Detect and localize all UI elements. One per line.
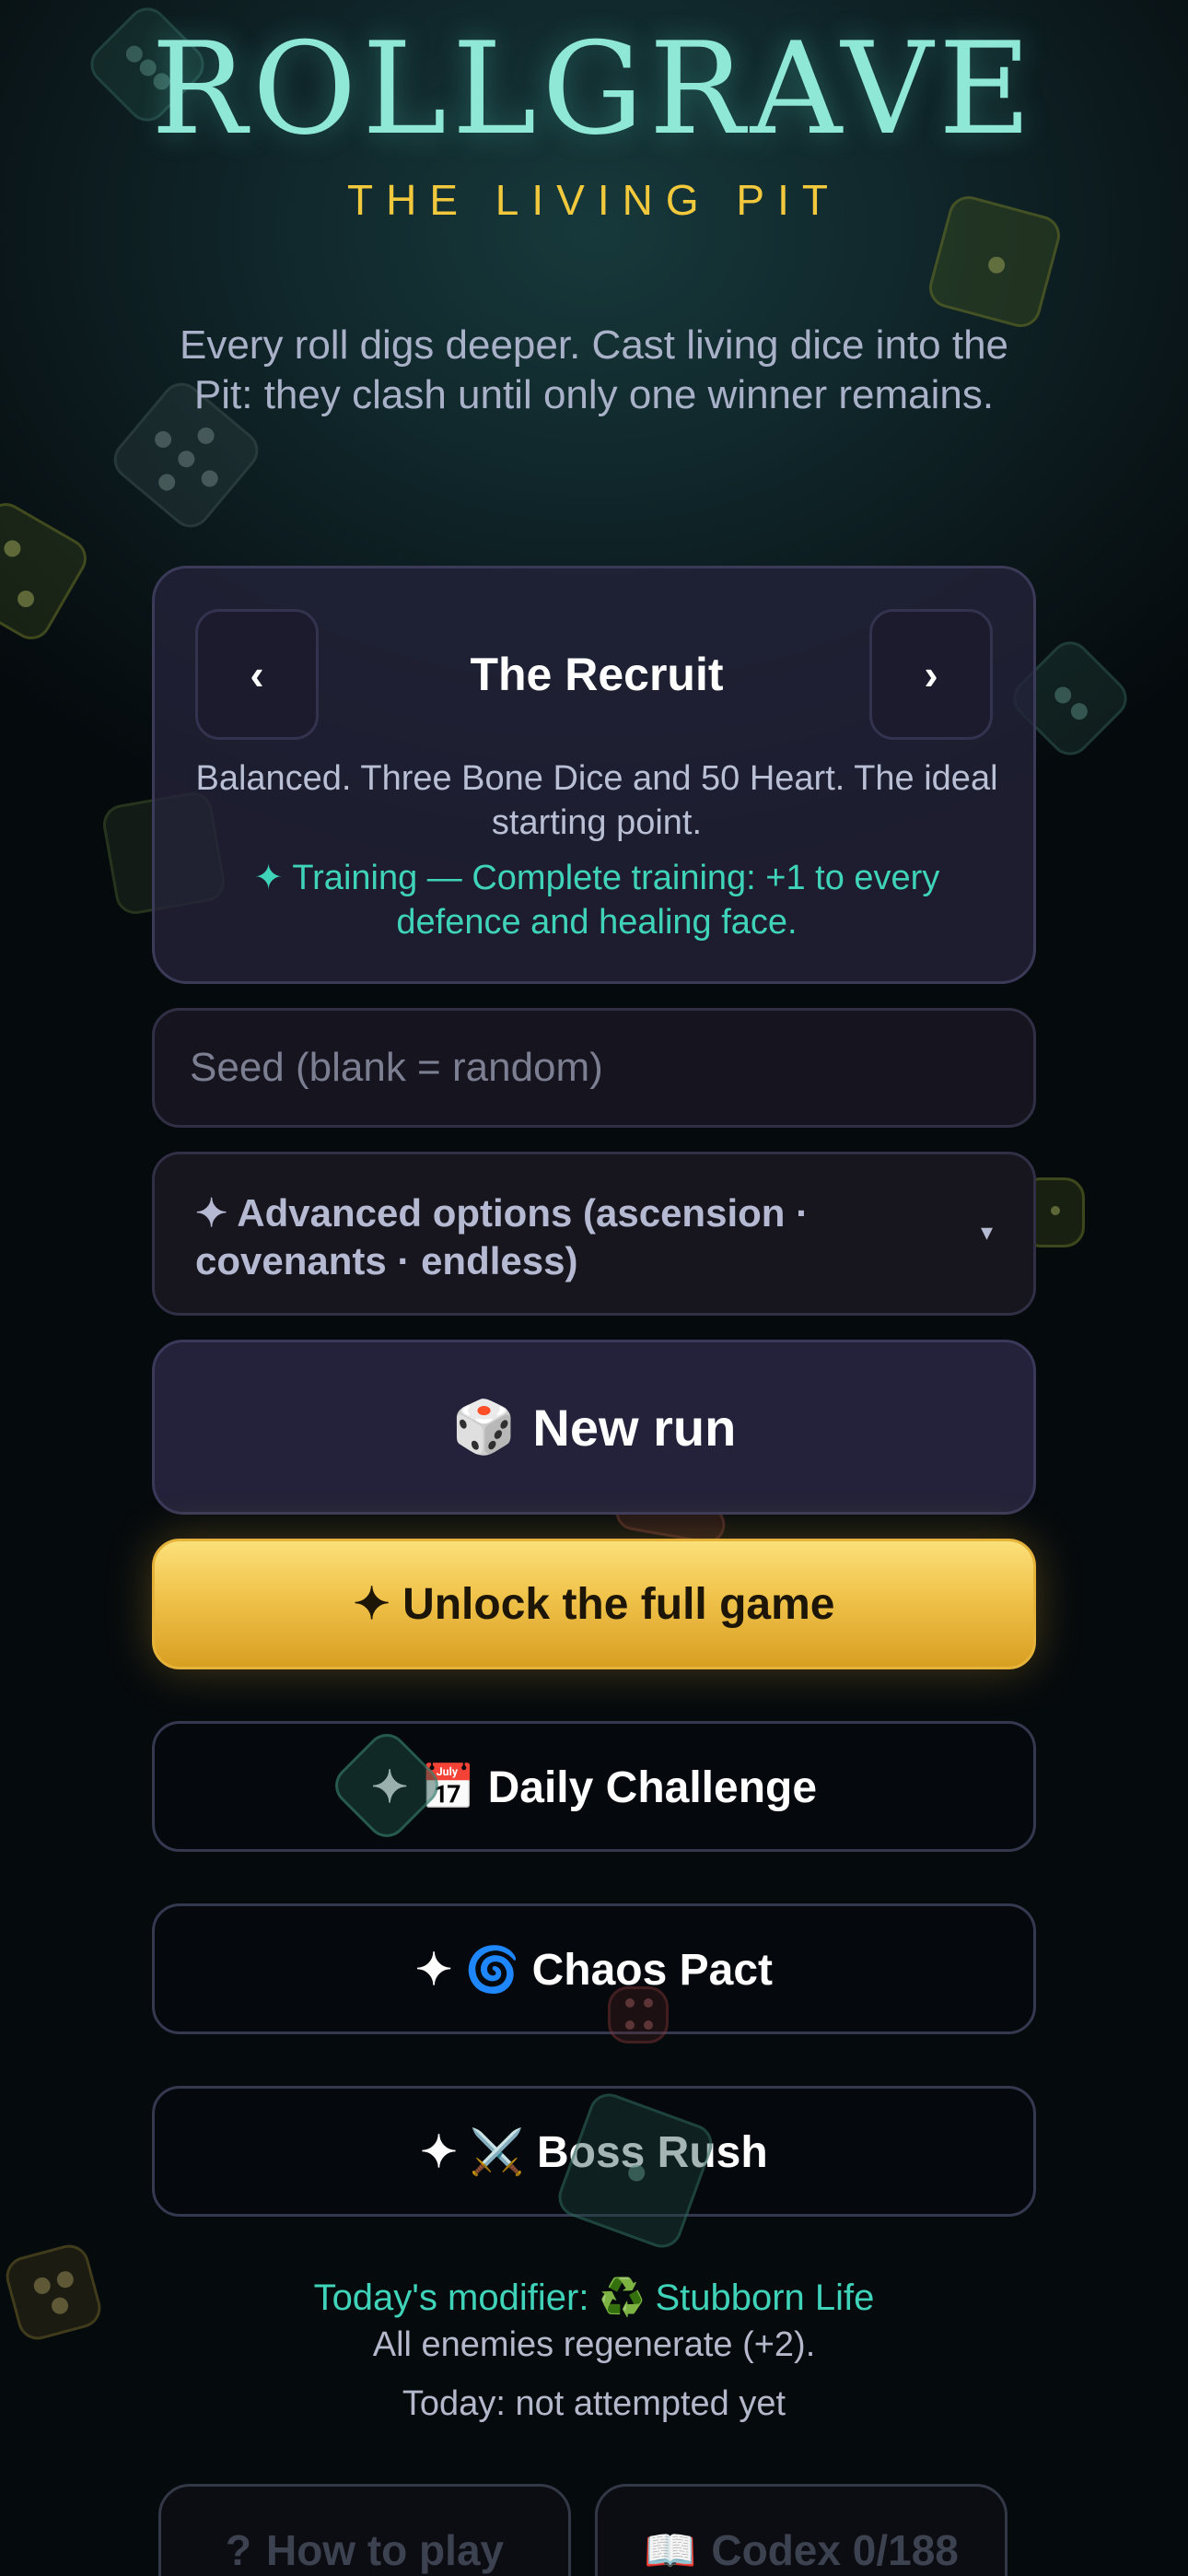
next-hero-button[interactable]: › [869,609,993,740]
game-tagline: Every roll digs deeper. Cast living dice… [179,322,1009,417]
game-subtitle: THE LIVING PIT [347,176,841,224]
advanced-options-label: ✦ Advanced options (ascension · covenant… [195,1191,809,1282]
daily-modifier-description: All enemies regenerate (+2). [372,2325,816,2364]
hero-selector-card: ‹ The Recruit › Balanced. Three Bone Dic… [152,566,1036,984]
daily-challenge-label: ✦ 📅 Daily Challenge [370,1762,818,1812]
background-die-icon [0,496,94,647]
game-title: ROLLGRAVE [151,15,1037,163]
previous-hero-button[interactable]: ‹ [195,609,319,740]
seed-input[interactable] [152,1008,1036,1128]
unlock-full-game-button[interactable]: ✦ Unlock the full game [152,1539,1036,1669]
daily-challenge-button[interactable]: ✦ 📅 Daily Challenge [152,1721,1036,1852]
advanced-options-toggle[interactable]: ✦ Advanced options (ascension · covenant… [152,1152,1036,1316]
boss-rush-label: ✦ ⚔️ Boss Rush [420,2127,768,2177]
codex-button[interactable]: 📖 Codex 0/188 [595,2484,1007,2576]
how-to-play-label: How to play [265,2526,505,2574]
chaos-pact-button[interactable]: ✦ 🌀 Chaos Pact [152,1903,1036,2034]
chevron-down-icon: ▾ [980,1219,993,1247]
chaos-pact-label: ✦ 🌀 Chaos Pact [414,1945,774,1995]
hero-description: Balanced. Three Bone Dice and 50 Heart. … [195,759,998,842]
dice-icon: 🎲 [451,1398,517,1456]
boss-rush-button[interactable]: ✦ ⚔️ Boss Rush [152,2086,1036,2217]
book-icon: 📖 [644,2526,697,2574]
new-run-button[interactable]: 🎲 New run [152,1340,1036,1515]
daily-status: Today: not attempted yet [402,2384,786,2423]
daily-modifier: Today's modifier: ♻️ Stubborn Life [313,2277,875,2318]
hero-perk: ✦ Training — Complete training: +1 to ev… [253,859,940,942]
hero-name: The Recruit [470,649,724,700]
how-to-play-button[interactable]: ? How to play [158,2484,571,2576]
codex-label: Codex 0/188 [711,2526,959,2574]
unlock-label: ✦ Unlock the full game [353,1580,835,1629]
new-run-label: New run [532,1398,737,1457]
question-icon: ? [225,2526,251,2574]
